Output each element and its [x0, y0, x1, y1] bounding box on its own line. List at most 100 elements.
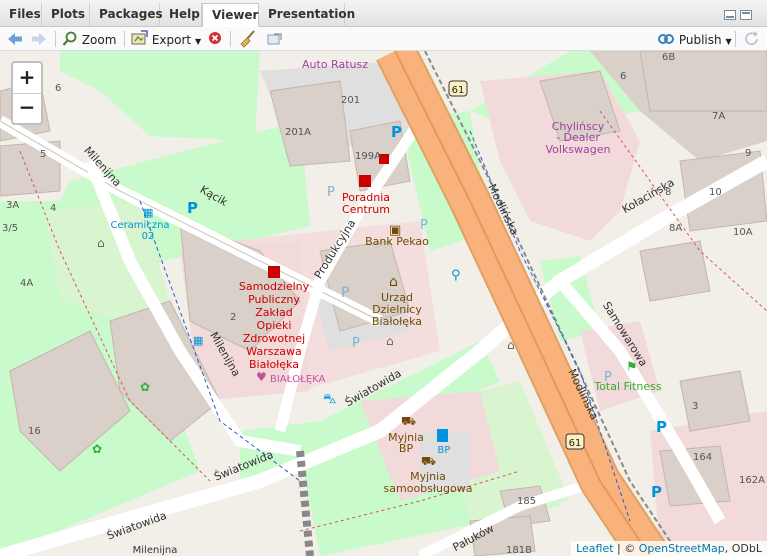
house-number: 3A [6, 200, 19, 211]
poi-label: BIAŁOŁĘKA [270, 374, 325, 385]
popout-icon [267, 33, 282, 45]
poi-label: Total Fitness [593, 380, 662, 393]
parking-icon: P [656, 418, 667, 436]
house-number: 6 [620, 71, 626, 82]
viewer-toolbar: Zoom Export ▼ Publish ▼ [0, 27, 767, 51]
map-tiles[interactable]: 61 61 Modlińska Modlińska Milenijna Mile… [0, 51, 767, 556]
forward-button[interactable] [30, 30, 48, 48]
forward-arrow-icon [32, 33, 46, 45]
popout-button[interactable] [266, 30, 284, 48]
poi-label: Centrum [342, 203, 390, 216]
poi-label: samoobsługowa [384, 482, 473, 495]
leaflet-link[interactable]: Leaflet [576, 542, 613, 555]
zoom-in-button[interactable]: + [13, 63, 41, 94]
tab-presentation[interactable]: Presentation [259, 3, 355, 27]
street-label: Milenijna [133, 545, 178, 556]
poi-label: 02 [142, 231, 155, 242]
tab-plots[interactable]: Plots [42, 3, 90, 27]
refresh-button[interactable] [743, 30, 761, 48]
publish-icon [658, 34, 674, 44]
poi-label: Zakład [255, 306, 293, 319]
clear-all-button[interactable] [238, 30, 258, 48]
maximize-pane-button[interactable] [740, 10, 752, 20]
house-number: 199A [355, 151, 381, 162]
poi-label: Ceramiczna [110, 220, 169, 231]
toolbar-separator [735, 31, 736, 47]
house-number: 6 [55, 83, 61, 94]
house-number: 201 [341, 95, 360, 106]
bicycle-icon: ⚲ [451, 268, 461, 283]
maximize-icon [742, 12, 750, 14]
chevron-down-icon: ▼ [194, 37, 202, 46]
parking-icon: P [391, 123, 402, 141]
map-attribution: Leaflet | © OpenStreetMap, ODbL [571, 541, 767, 556]
house-number: 10A [733, 227, 753, 238]
poi-label: Opieki [257, 319, 292, 332]
zoom-out-button[interactable]: − [13, 93, 41, 123]
hospital-icon [359, 175, 371, 187]
poi-label: BP [438, 445, 451, 456]
tab-help[interactable]: Help [160, 3, 202, 27]
route-shield-label: 61 [452, 85, 465, 96]
back-button[interactable] [6, 30, 24, 48]
house-number: 16 [28, 426, 41, 437]
export-icon [131, 30, 148, 45]
poi-label: BP [399, 442, 414, 455]
poi-label: Białołęka [372, 315, 422, 328]
playground-icon: ✿ [92, 442, 102, 456]
house-number: 4A [20, 278, 33, 289]
house-number: 201A [285, 127, 311, 138]
leaflet-map[interactable]: 61 61 Modlińska Modlińska Milenijna Mile… [0, 51, 767, 556]
house-number: 8A [669, 223, 682, 234]
tab-viewer[interactable]: Viewer [202, 3, 259, 27]
zoom-icon [62, 31, 77, 46]
poi-label: Warszawa [246, 345, 301, 358]
shelter-icon: ⌂ [386, 334, 394, 348]
parking-icon: P [420, 218, 428, 233]
chevron-down-icon: ▼ [725, 37, 732, 46]
tab-packages[interactable]: Packages [90, 3, 163, 27]
minimize-icon [726, 16, 734, 18]
house-number: 162A [739, 475, 765, 486]
house-number: 4 [50, 203, 56, 214]
poi-label: Samodzielny [239, 280, 310, 293]
house-number: 3 [692, 401, 698, 412]
fuel-icon [437, 429, 448, 442]
playground-icon: ✿ [140, 380, 150, 394]
house-number: 6B [662, 52, 675, 63]
parking-icon: P [352, 336, 360, 351]
shelter-icon: ⌂ [507, 338, 515, 352]
heart-icon: ♥ [256, 370, 267, 384]
refresh-icon [745, 31, 758, 46]
osm-link[interactable]: OpenStreetMap [639, 542, 725, 555]
parking-icon: P [327, 185, 335, 200]
pane-tab-bar: Files Plots Packages Help Viewer Present… [0, 0, 767, 27]
zoom-button[interactable]: Zoom [62, 30, 116, 48]
house-number: 10 [709, 187, 722, 198]
shelter-icon: ⌂ [97, 236, 105, 250]
back-arrow-icon [8, 33, 22, 45]
toolbar-separator [230, 31, 231, 47]
poi-label: Zdrowotnej [243, 332, 305, 345]
house-number: 181B [506, 545, 532, 556]
parking-icon: P [187, 199, 198, 217]
tab-files[interactable]: Files [0, 3, 42, 27]
hospital-icon [268, 266, 280, 278]
zoom-control: + − [11, 61, 43, 125]
poi-label: Białołęka [249, 358, 299, 371]
parking-icon: P [651, 483, 662, 501]
minimize-pane-button[interactable] [724, 10, 736, 20]
clear-viewer-button[interactable] [207, 30, 223, 48]
poi-label: Auto Ratusz [302, 58, 368, 71]
broom-icon [240, 30, 255, 48]
house-number: 7A [712, 111, 725, 122]
house-number: 8 [665, 187, 671, 198]
house-number: 164 [693, 452, 712, 463]
taxi-icon: ⛍ [323, 392, 336, 407]
poi-label: Publiczny [248, 293, 300, 306]
bus-stop-icon: ▦ [193, 334, 203, 347]
export-button[interactable]: Export ▼ [131, 30, 201, 48]
house-number: 9 [745, 148, 751, 159]
publish-button[interactable]: Publish ▼ [657, 30, 732, 48]
close-icon [209, 32, 221, 44]
